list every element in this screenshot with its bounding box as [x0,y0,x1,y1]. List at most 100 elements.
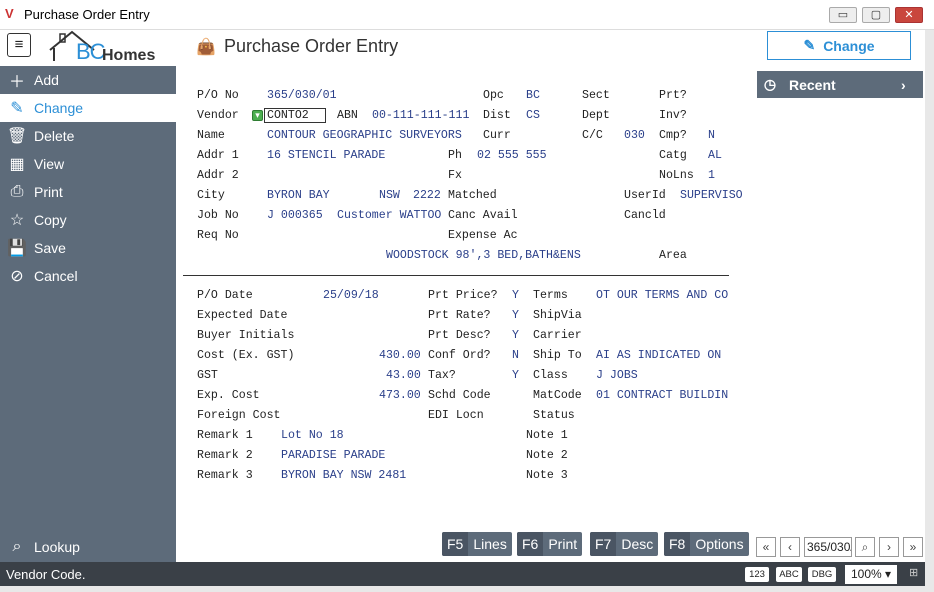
fkey-label: Options [695,536,744,552]
cost-label: Cost (Ex. GST) [197,349,295,362]
sidebar-item-change[interactable]: ✎ Change [0,94,176,122]
prt-rate-field[interactable]: Y [512,309,519,322]
sidebar-item-label: Print [34,184,63,200]
recent-panel-button[interactable]: ◷ Recent › [757,71,923,98]
shipvia-label: ShipVia [533,309,582,322]
jobno-field[interactable]: J 000365 [267,209,323,222]
record-key-input[interactable] [804,537,852,557]
remark1-field[interactable]: Lot No 18 [281,429,344,442]
cancel-icon: ⊘ [10,268,24,285]
brand-logo: BC Homes [46,28,166,64]
name-field[interactable]: CONTOUR GEOGRAPHIC SURVEYORS [267,129,462,142]
gst-field[interactable]: 43.00 [386,369,421,382]
sidebar-item-label: Cancel [34,268,78,284]
sidebar-item-label: Delete [34,128,75,144]
plus-icon: ＋ [8,74,25,91]
window-title: Purchase Order Entry [24,7,150,22]
change-button[interactable]: ✎ Change [767,31,911,60]
postcode-field[interactable]: 2222 [413,189,441,202]
edit-icon: ✎ [803,37,816,53]
debug-badge[interactable]: DBG [808,567,836,582]
vendor-input[interactable] [264,108,326,123]
catg-field[interactable]: AL [708,149,722,162]
class-field[interactable]: J JOBS [596,369,638,382]
ph-field[interactable]: 02 555 555 [477,149,547,162]
customer-field: Customer WATTOO [337,209,442,222]
f6-print-button[interactable]: F6 Print [517,532,583,556]
printer-icon: ⎙ [10,183,24,200]
sidebar-item-save[interactable]: 💾 Save [0,234,176,262]
cmp-field[interactable]: N [708,129,715,142]
sidebar-item-lookup[interactable]: ⌕ Lookup [0,533,176,561]
userid-label: UserId [624,189,666,202]
search-icon: ⌕ [12,538,22,555]
sidebar-item-view[interactable]: ▦ View [0,150,176,178]
caps-mode-badge[interactable]: ABC [776,567,802,582]
page-title: Purchase Order Entry [224,36,399,56]
sidebar: ＋ Add ✎ Change 🗑 Delete ▦ View ⎙ Print ☆ Copy … [0,66,176,562]
terms-field[interactable]: OT OUR TERMS AND CO [596,289,728,302]
minimize-button[interactable]: ▭ [829,7,857,23]
sidebar-item-copy[interactable]: ☆ Copy [0,206,176,234]
sidebar-item-cancel[interactable]: ⊘ Cancel [0,262,176,290]
shipto-field[interactable]: AI AS INDICATED ON [596,349,721,362]
save-icon: 💾 [7,240,27,257]
fkey-label: Print [548,536,578,552]
addr1-label: Addr 1 [197,149,239,162]
canc-avail-label: Canc Avail [448,209,518,222]
brand-bc: BC [76,39,106,64]
po-date-field[interactable]: 25/09/18 [323,289,379,302]
prt-desc-field[interactable]: Y [512,329,519,342]
cost-field[interactable]: 430.00 [379,349,421,362]
remark3-field[interactable]: BYRON BAY NSW 2481 [281,469,406,482]
last-record-icon[interactable]: » [903,537,923,557]
hamburger-menu-icon[interactable]: ≡ [7,33,31,57]
search-icon[interactable]: ⌕ [855,537,875,557]
remark2-field[interactable]: PARADISE PARADE [281,449,385,462]
cc-field[interactable]: 030 [624,129,645,142]
numeric-mode-badge[interactable]: 123 [745,567,769,582]
userid-field: SUPERVISO [680,189,743,202]
po-no-field[interactable]: 365/030/01 [267,89,337,102]
jobno-label: Job No [197,209,239,222]
matcode-field[interactable]: 01 CONTRACT BUILDIN [596,389,728,402]
fkey-code: F5 [442,532,469,556]
cmp-label: Cmp? [659,129,687,142]
previous-record-icon[interactable]: ‹ [780,537,800,557]
sidebar-item-delete[interactable]: 🗑 Delete [0,122,176,150]
close-button[interactable]: ✕ [895,7,923,23]
addr1-field[interactable]: 16 STENCIL PARADE [267,149,385,162]
section-divider [183,275,729,276]
sidebar-item-label: View [34,156,65,172]
maximize-button[interactable]: ▢ [862,7,890,23]
prt-label: Prt? [659,89,687,102]
tax-field[interactable]: Y [512,369,519,382]
city-field[interactable]: BYRON BAY [267,189,330,202]
state-field[interactable]: NSW [379,189,400,202]
dist-field[interactable]: CS [526,109,540,122]
class-label: Class [533,369,568,382]
vendor-lookup-icon[interactable]: ▾ [252,110,263,121]
conf-label: Conf Ord? [428,349,491,362]
note2-label: Note 2 [526,449,568,462]
conf-field[interactable]: N [512,349,519,362]
sidebar-item-add[interactable]: ＋ Add [0,66,176,94]
buyer-label: Buyer Initials [197,329,295,342]
f8-options-button[interactable]: F8 Options [664,532,749,556]
opc-field[interactable]: BC [526,89,540,102]
next-record-icon[interactable]: › [879,537,899,557]
abn-field[interactable]: 00-111-111-111 [372,109,469,122]
status-label: Status [533,409,575,422]
tax-label: Tax? [428,369,456,382]
first-record-icon[interactable]: « [756,537,776,557]
f7-desc-button[interactable]: F7 Desc [590,532,659,556]
edit-icon: ✎ [10,100,24,117]
note3-label: Note 3 [526,469,568,482]
prt-desc-label: Prt Desc? [428,329,491,342]
po-no-label: P/O No [197,89,239,102]
expense-label: Expense Ac [448,229,518,242]
sidebar-item-print[interactable]: ⎙ Print [0,178,176,206]
f5-lines-button[interactable]: F5 Lines [442,532,512,556]
prt-price-field[interactable]: Y [512,289,519,302]
zoom-select[interactable]: 100% ▾ [845,565,897,584]
